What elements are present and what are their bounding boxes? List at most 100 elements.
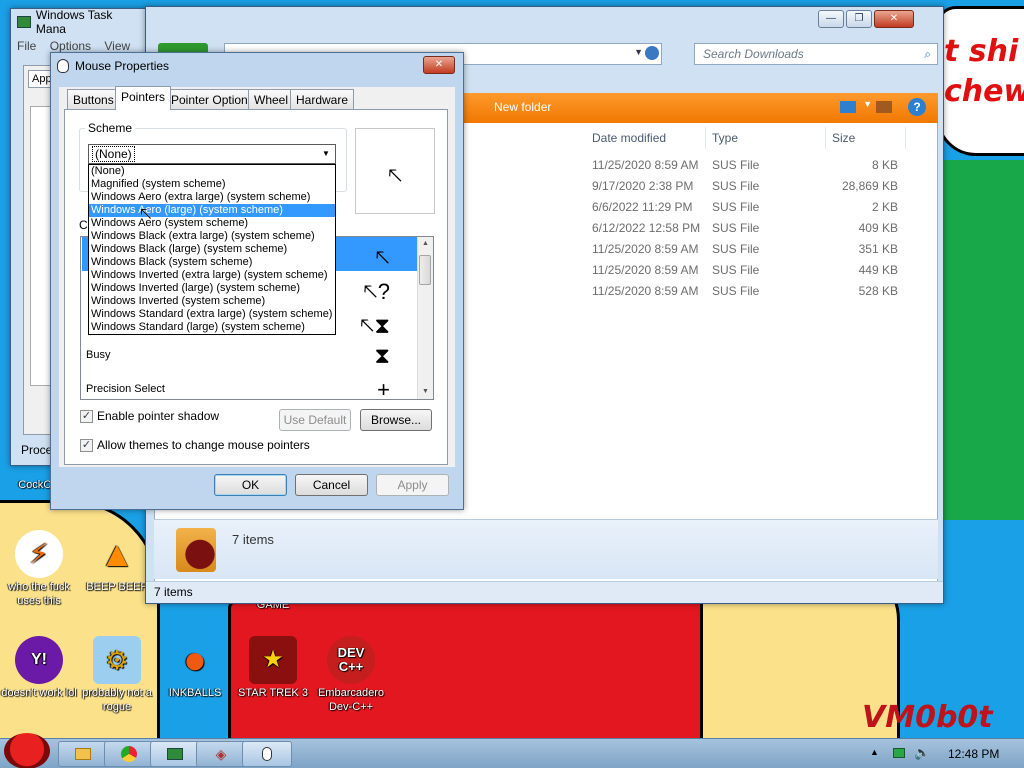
scrollbar[interactable]: ▲ ▼ (417, 237, 433, 399)
file-type: SUS File (712, 284, 760, 298)
search-input[interactable]: Search Downloads ⌕ (694, 43, 938, 65)
taskbar-chrome[interactable] (104, 741, 154, 767)
maximize-button[interactable]: ❐ (846, 10, 872, 28)
file-date: 11/25/2020 8:59 AM (592, 242, 699, 256)
refresh-icon[interactable] (645, 46, 659, 60)
desktop-icon-star-trek[interactable]: ★ STAR TREK 3 (234, 636, 312, 700)
checkbox-label: Allow themes to change mouse pointers (97, 438, 310, 452)
file-row[interactable]: 11/25/2020 8:59 AM SUS File 351 KB (586, 239, 936, 260)
help-icon[interactable]: ? (908, 98, 926, 116)
scroll-up-icon[interactable]: ▲ (418, 237, 433, 251)
star-wars-icon: ★ (249, 636, 297, 684)
menu-file[interactable]: File (17, 39, 36, 53)
tab-buttons[interactable]: Buttons (67, 89, 120, 110)
checkbox-box[interactable]: ✓ (80, 438, 93, 452)
file-row[interactable]: 9/17/2020 2:38 PM SUS File 28,869 KB (586, 176, 936, 197)
file-size: 528 KB (858, 284, 898, 298)
scroll-down-icon[interactable]: ▼ (418, 385, 433, 399)
desktop-icon-who-the-fuck[interactable]: ⚡ who the fuck uses this (0, 530, 78, 608)
start-button[interactable] (4, 733, 50, 768)
scroll-thumb[interactable] (419, 255, 431, 285)
tab-pointer-options[interactable]: Pointer Options (165, 89, 260, 110)
scheme-option[interactable]: Windows Aero (large) (system scheme) (89, 204, 335, 217)
taskbar-task-manager[interactable] (150, 741, 200, 767)
cursor-row-label: Busy (86, 349, 111, 361)
volume-icon[interactable]: 🔈 (914, 745, 930, 761)
scheme-option[interactable]: Windows Black (large) (system scheme) (89, 243, 335, 256)
taskbar-mouse-properties[interactable] (242, 741, 292, 767)
scheme-option[interactable]: (None) (89, 165, 335, 178)
cursor-row[interactable]: Precision Select + (82, 373, 418, 399)
task-manager-icon (167, 748, 183, 760)
view-dropdown-icon[interactable]: ▼ (863, 99, 872, 109)
file-row[interactable]: 6/6/2022 11:29 PM SUS File 2 KB (586, 197, 936, 218)
scheme-option[interactable]: Windows Standard (extra large) (system s… (89, 308, 335, 321)
minimize-button[interactable]: — (818, 10, 844, 28)
file-size: 409 KB (858, 221, 898, 235)
file-type: SUS File (712, 179, 760, 193)
scheme-option[interactable]: Windows Inverted (extra large) (system s… (89, 269, 335, 282)
tab-hardware[interactable]: Hardware (290, 89, 355, 110)
taskbar-app[interactable]: ◈ (196, 741, 246, 767)
task-manager-title: Windows Task Mana (35, 8, 113, 36)
chrome-icon (121, 746, 137, 762)
file-row[interactable]: 6/12/2022 12:58 PM SUS File 409 KB (586, 218, 936, 239)
cursor-row[interactable]: Busy ⧗ (82, 339, 418, 373)
column-date-modified[interactable]: Date modified (586, 127, 706, 149)
apply-button[interactable]: Apply (376, 474, 449, 496)
show-hidden-icons-icon[interactable]: ▲ (870, 747, 879, 757)
desktop-icon-label: doesn't work lol (1, 687, 77, 699)
scheme-option[interactable]: Windows Inverted (system scheme) (89, 295, 335, 308)
file-type: SUS File (712, 200, 760, 214)
desktop-icon-yahoo[interactable]: Y! doesn't work lol (0, 636, 78, 700)
scheme-dropdown[interactable]: (None) ▼ (88, 144, 336, 164)
file-date: 11/25/2020 8:59 AM (592, 158, 699, 172)
clock[interactable]: 12:48 PM (948, 747, 999, 761)
tab-pointers[interactable]: Pointers (115, 86, 172, 110)
cancel-button[interactable]: Cancel (295, 474, 368, 496)
ok-button[interactable]: OK (214, 474, 287, 496)
allow-themes-checkbox[interactable]: ✓ Allow themes to change mouse pointers (80, 438, 310, 452)
scheme-option[interactable]: Windows Inverted (large) (system scheme) (89, 282, 335, 295)
menu-view[interactable]: View (104, 39, 130, 53)
tab-wheel[interactable]: Wheel (248, 89, 295, 110)
scheme-dropdown-list[interactable]: (None) Magnified (system scheme) Windows A… (88, 164, 336, 335)
file-size: 449 KB (858, 263, 898, 277)
scheme-option[interactable]: Windows Aero (extra large) (system schem… (89, 191, 335, 204)
search-icon[interactable]: ⌕ (924, 44, 931, 64)
mouse-icon (262, 747, 272, 761)
address-dropdown-icon[interactable]: ▼ (634, 47, 643, 57)
use-default-button[interactable]: Use Default (279, 409, 351, 431)
new-folder-button[interactable]: New folder (494, 100, 551, 114)
folder-icon (176, 528, 216, 572)
wallpaper-green-shape (940, 160, 1024, 520)
scheme-option[interactable]: Magnified (system scheme) (89, 178, 335, 191)
desktop-icon-devcpp[interactable]: DEV C++ Embarcadero Dev-C++ (312, 636, 390, 714)
dialog-titlebar[interactable]: Mouse Properties (51, 53, 463, 79)
network-icon[interactable] (893, 748, 905, 758)
scheme-option[interactable]: Windows Aero (system scheme) (89, 217, 335, 230)
file-row[interactable]: 11/25/2020 8:59 AM SUS File 528 KB (586, 281, 936, 302)
close-button[interactable]: ✕ (423, 56, 455, 74)
taskbar-explorer[interactable] (58, 741, 108, 767)
preview-pane-icon[interactable] (876, 101, 892, 113)
file-row[interactable]: 11/25/2020 8:59 AM SUS File 8 KB (586, 155, 936, 176)
column-size[interactable]: Size (826, 127, 906, 149)
close-button[interactable]: ✕ (874, 10, 914, 28)
view-options-icon[interactable] (840, 101, 856, 113)
column-type[interactable]: Type (706, 127, 826, 149)
file-row[interactable]: 11/25/2020 8:59 AM SUS File 449 KB (586, 260, 936, 281)
scheme-option[interactable]: Windows Standard (large) (system scheme) (89, 321, 335, 334)
desktop-icon-rogue[interactable]: ⚙ probably not a rogue (78, 636, 156, 714)
scheme-option[interactable]: Windows Black (extra large) (system sche… (89, 230, 335, 243)
enable-shadow-checkbox[interactable]: ✓ Enable pointer shadow (80, 409, 219, 423)
file-size: 8 KB (871, 158, 898, 172)
status-item-count: 7 items (154, 585, 193, 599)
checkbox-box[interactable]: ✓ (80, 409, 93, 423)
chevron-down-icon[interactable]: ▼ (319, 147, 333, 161)
menu-options[interactable]: Options (50, 39, 91, 53)
desktop-icon-inkballs[interactable]: ● INKBALLS (156, 636, 234, 700)
scheme-option[interactable]: Windows Black (system scheme) (89, 256, 335, 269)
browse-button[interactable]: Browse... (360, 409, 432, 431)
task-manager-titlebar[interactable]: Windows Task Mana (11, 8, 145, 36)
